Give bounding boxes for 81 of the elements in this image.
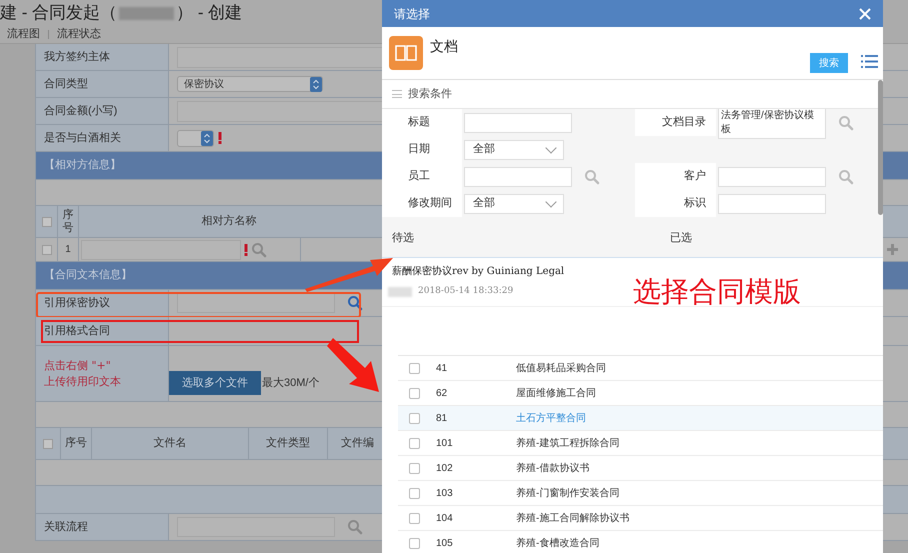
dropdown[interactable]: 全部 bbox=[464, 194, 564, 214]
column-header: 文件名 bbox=[154, 436, 186, 452]
checkbox[interactable] bbox=[409, 538, 420, 548]
column-header: 序号 bbox=[62, 209, 74, 234]
section-title: 搜索条件 bbox=[408, 86, 452, 102]
dialog-heading: 文档 bbox=[430, 37, 458, 56]
instruction-text: 点击右侧 "+" 上传待用印文本 bbox=[44, 358, 121, 390]
column-header: 文件类型 bbox=[266, 436, 310, 452]
dropdown[interactable] bbox=[177, 130, 214, 146]
dialog-title: 请选择 bbox=[394, 6, 430, 22]
close-icon[interactable] bbox=[859, 8, 871, 20]
redacted-text bbox=[119, 6, 174, 20]
list-icon[interactable] bbox=[861, 54, 878, 69]
template-row[interactable]: 81 土石方平整合同 bbox=[398, 406, 883, 431]
book-icon bbox=[389, 36, 423, 70]
template-number: 105 bbox=[436, 536, 454, 550]
pending-label: 待选 bbox=[391, 231, 414, 246]
field-label: 引用保密协议 bbox=[44, 296, 110, 311]
page-title: 建 - 合同发起（ bbox=[0, 2, 118, 24]
template-name: 土石方平整合同 bbox=[516, 412, 586, 426]
selected-label: 已选 bbox=[670, 231, 692, 246]
template-number: 62 bbox=[436, 386, 448, 400]
field-label: 关联流程 bbox=[44, 520, 88, 535]
template-name: 养殖-建筑工程拆除合同 bbox=[516, 436, 620, 450]
checkbox[interactable] bbox=[42, 216, 52, 226]
field-label: 合同类型 bbox=[44, 76, 88, 92]
criteria-label: 标识 bbox=[684, 196, 706, 212]
template-number: 41 bbox=[436, 362, 448, 376]
dropdown[interactable]: 保密协议 bbox=[177, 76, 323, 92]
template-name: 养殖-食槽改造合同 bbox=[516, 536, 600, 550]
column-header: 文件编 bbox=[341, 436, 374, 452]
search-icon[interactable] bbox=[347, 519, 363, 535]
field-label: 我方签约主体 bbox=[44, 50, 110, 65]
field-label: 引用格式合同 bbox=[44, 324, 110, 339]
checkbox[interactable] bbox=[409, 512, 420, 524]
menu-icon bbox=[392, 90, 402, 98]
criteria-label: 标题 bbox=[408, 115, 430, 130]
template-number: 101 bbox=[436, 436, 454, 450]
template-name: 养殖-门窗制作安装合同 bbox=[516, 486, 620, 500]
stepper-icon bbox=[201, 130, 213, 146]
search-icon[interactable] bbox=[347, 295, 363, 311]
search-icon[interactable] bbox=[251, 242, 267, 258]
template-name: 屋面维修施工合同 bbox=[516, 386, 596, 400]
text-field[interactable]: 法务管理/保密协议模板 bbox=[718, 109, 826, 138]
template-name: 低值易耗品采购合同 bbox=[516, 362, 606, 376]
checkbox[interactable] bbox=[409, 362, 420, 374]
search-icon[interactable] bbox=[838, 168, 854, 184]
tab[interactable]: 流程图 bbox=[7, 26, 40, 42]
checkbox[interactable] bbox=[409, 488, 420, 498]
size-limit: 最大30M/个 bbox=[262, 376, 320, 390]
field-label: 是否与白酒相关 bbox=[44, 130, 121, 146]
checkbox[interactable] bbox=[409, 462, 420, 474]
checkbox[interactable] bbox=[409, 438, 420, 448]
criteria-label: 修改期间 bbox=[408, 196, 452, 212]
checkbox[interactable] bbox=[42, 244, 52, 254]
checkbox[interactable] bbox=[43, 438, 53, 448]
template-number: 103 bbox=[436, 486, 454, 500]
checkbox[interactable] bbox=[409, 388, 420, 398]
arrow-icon bbox=[327, 336, 381, 394]
scrollbar[interactable] bbox=[878, 80, 883, 215]
add-icon[interactable] bbox=[887, 244, 898, 255]
checkbox[interactable] bbox=[409, 412, 420, 424]
template-number: 102 bbox=[436, 462, 454, 476]
column-header: 序号 bbox=[65, 436, 87, 452]
template-name: 养殖-借款协议书 bbox=[516, 462, 590, 476]
dropdown[interactable]: 全部 bbox=[464, 140, 564, 160]
criteria-label: 文档目录 bbox=[662, 114, 706, 130]
stepper-icon bbox=[310, 76, 322, 92]
search-icon[interactable] bbox=[838, 114, 854, 130]
template-name: 养殖-施工合同解除协议书 bbox=[516, 512, 630, 526]
template-number: 81 bbox=[436, 412, 448, 426]
row-number: 1 bbox=[65, 243, 71, 257]
search-icon[interactable] bbox=[584, 168, 600, 184]
upload-button[interactable]: 选取多个文件 bbox=[169, 371, 261, 395]
field-label: 合同金额(小写) bbox=[44, 104, 118, 119]
column-header: 相对方名称 bbox=[202, 214, 256, 230]
page-title: ） - 创建 bbox=[176, 2, 242, 24]
document-title[interactable]: 薪酬保密协议rev by Guiniang Legal bbox=[392, 264, 883, 279]
template-number: 104 bbox=[436, 512, 454, 526]
avatar-icon bbox=[388, 286, 412, 297]
tab[interactable]: 流程状态 bbox=[57, 26, 101, 42]
